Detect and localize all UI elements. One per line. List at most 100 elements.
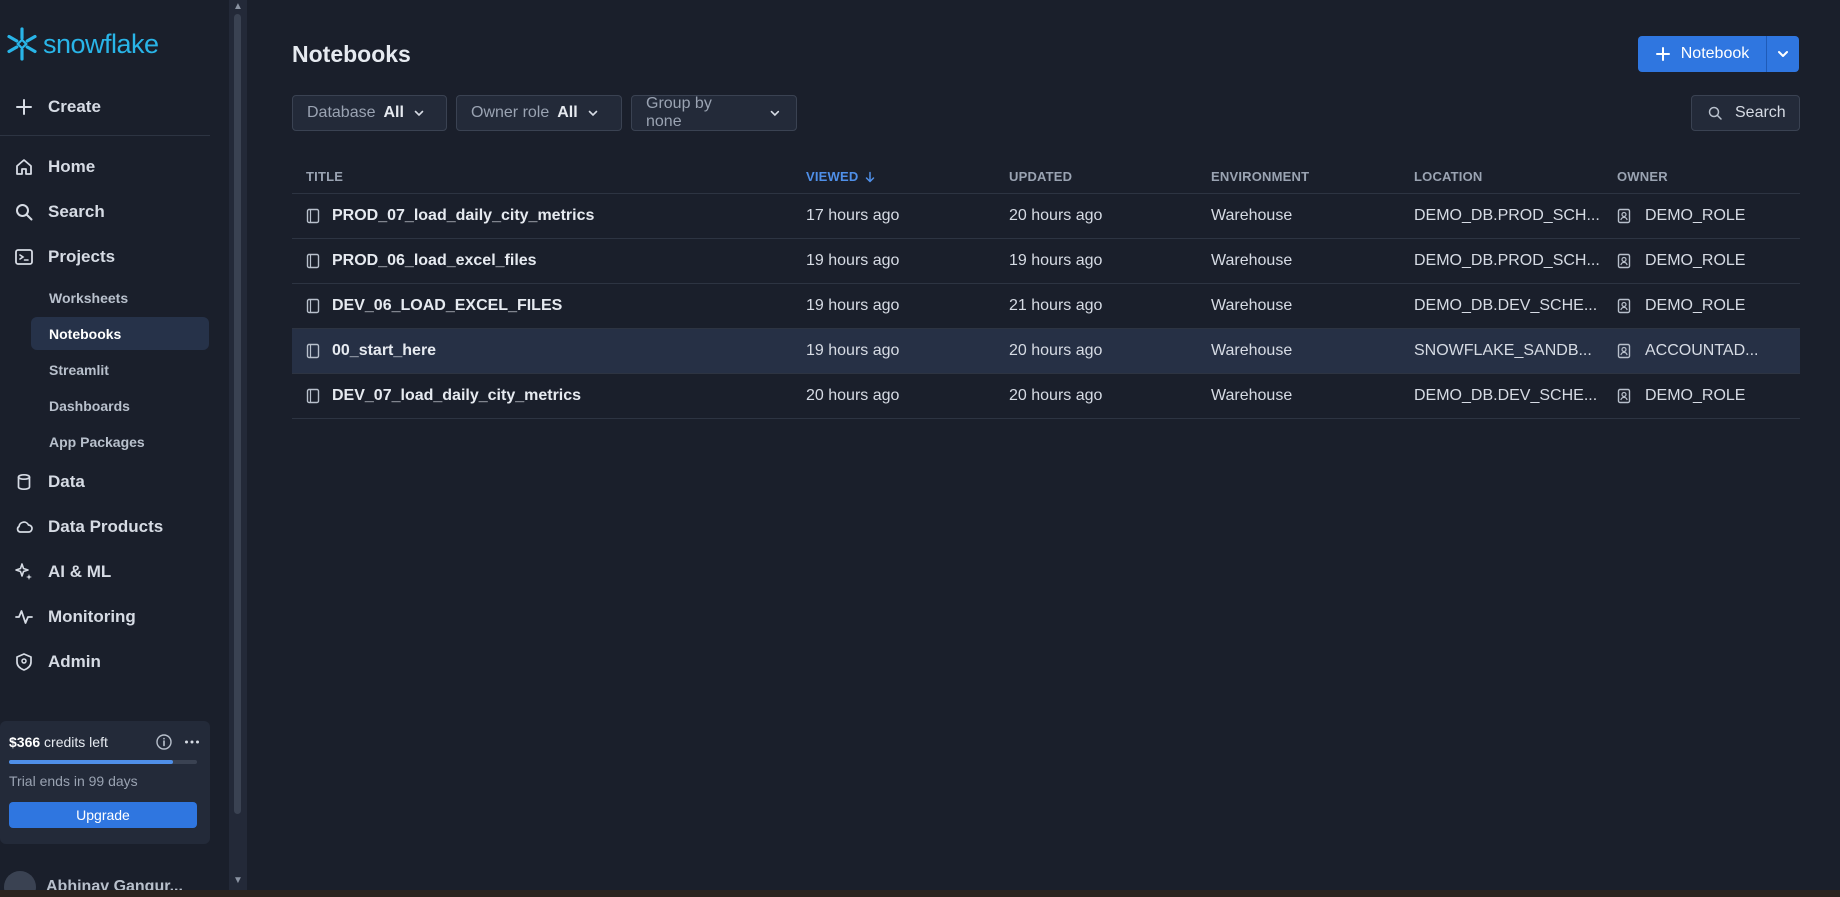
search-label: Search [1735,104,1786,121]
owner-role: ACCOUNTAD... [1645,342,1759,359]
plus-icon [16,99,32,115]
cell-location: DEMO_DB.DEV_SCHE... [1414,387,1598,404]
sidebar-item-ai-ml[interactable]: AI & ML [12,554,210,590]
app-window: snowflake Create Home Search Projects Wo… [0,0,1840,897]
sidebar-item-home[interactable]: Home [12,149,210,185]
sidebar: snowflake Create Home Search Projects Wo… [0,0,228,897]
cloud-icon [16,521,33,533]
upgrade-button[interactable]: Upgrade [9,802,197,828]
cell-location: DEMO_DB.DEV_SCHE... [1414,297,1598,314]
cell-title: DEV_07_load_daily_city_metrics [292,387,806,405]
chevron-down-icon [414,110,424,117]
notebook-title: DEV_06_LOAD_EXCEL_FILES [332,297,563,314]
cell-environment: Warehouse [1211,297,1293,314]
cell-viewed: 17 hours ago [806,207,900,224]
sidebar-item-label: Admin [48,652,101,671]
column-header-updated[interactable]: UPDATED [1009,169,1211,184]
page-title: Notebooks [292,41,411,67]
arrow-down-icon [866,171,875,182]
sidebar-item-data[interactable]: Data [12,464,210,500]
search-button[interactable]: Search [1691,95,1800,131]
cell-viewed: 19 hours ago [806,252,900,269]
column-header-location[interactable]: LOCATION [1414,169,1617,184]
sidebar-item-projects[interactable]: Projects [12,239,210,275]
column-header-label: VIEWED [806,169,859,184]
scroll-thumb[interactable] [234,14,241,814]
table-row[interactable]: DEV_06_LOAD_EXCEL_FILES 19 hours ago 21 … [292,284,1800,329]
sidebar-item-label: Home [48,157,96,176]
search-icon [16,204,33,221]
sidebar-scrollbar[interactable]: ▲ ▼ [229,0,247,890]
cell-environment: Warehouse [1211,342,1293,359]
database-filter[interactable]: Database All [292,95,447,131]
sidebar-item-dashboards[interactable]: Dashboards [31,389,209,422]
notebook-title: PROD_07_load_daily_city_metrics [332,207,595,224]
cell-location: SNOWFLAKE_SANDB... [1414,342,1592,359]
filter-value: All [383,104,404,121]
cell-location: DEMO_DB.PROD_SCH... [1414,207,1600,224]
terminal-icon [15,249,33,265]
sparkle-icon [15,563,32,580]
cell-owner: DEMO_ROLE [1617,297,1800,315]
cell-environment: Warehouse [1211,387,1293,404]
cell-viewed: 20 hours ago [806,387,900,404]
chevron-down-icon [1778,51,1788,57]
sidebar-item-search[interactable]: Search [12,194,210,230]
sidebar-item-app-packages[interactable]: App Packages [31,425,209,458]
info-icon[interactable] [155,733,173,751]
notebooks-table: TITLE VIEWED UPDATED ENVIRONMENT LOCATIO… [292,160,1800,419]
table-row[interactable]: PROD_06_load_excel_files 19 hours ago 19… [292,239,1800,284]
sidebar-item-notebooks[interactable]: Notebooks [31,317,209,350]
sidebar-item-data-products[interactable]: Data Products [12,509,210,545]
sidebar-item-label: Monitoring [48,607,136,626]
search-icon [1708,106,1722,120]
column-header-owner[interactable]: OWNER [1617,169,1800,184]
more-icon[interactable] [183,733,201,751]
notebook-icon [306,343,320,359]
table-row[interactable]: 00_start_here 19 hours ago 20 hours ago … [292,329,1800,374]
sidebar-item-label: AI & ML [48,562,112,581]
new-notebook-dropdown-button[interactable] [1766,36,1799,72]
filter-label: Owner role [471,104,550,121]
shield-icon [16,653,32,671]
table-row[interactable]: PROD_07_load_daily_city_metrics 17 hours… [292,194,1800,239]
chevron-down-icon [770,110,780,117]
table-row[interactable]: DEV_07_load_daily_city_metrics 20 hours … [292,374,1800,419]
role-badge-icon [1617,343,1631,359]
sidebar-item-monitoring[interactable]: Monitoring [12,599,210,635]
credits-panel: $366 credits left Trial ends in 99 days … [0,721,210,844]
cell-title: PROD_06_load_excel_files [292,252,806,270]
role-badge-icon [1617,298,1631,314]
sidebar-item-admin[interactable]: Admin [12,644,210,680]
scroll-down-icon[interactable]: ▼ [233,876,243,886]
cell-updated: 20 hours ago [1009,207,1103,224]
owner-role: DEMO_ROLE [1645,387,1746,404]
cell-updated: 20 hours ago [1009,387,1103,404]
sidebar-item-streamlit[interactable]: Streamlit [31,353,209,386]
cell-updated: 21 hours ago [1009,297,1103,314]
column-header-environment[interactable]: ENVIRONMENT [1211,169,1414,184]
sidebar-item-worksheets[interactable]: Worksheets [31,281,209,314]
snowflake-logo[interactable]: snowflake [4,26,159,62]
new-notebook-button[interactable]: Notebook [1638,36,1766,72]
owner-role-filter[interactable]: Owner role All [456,95,622,131]
create-button[interactable]: Create [12,89,210,125]
scroll-up-icon[interactable]: ▲ [233,2,243,12]
notebook-title: PROD_06_load_excel_files [332,252,537,269]
logo-wordmark: snowflake [43,28,159,59]
cell-title: PROD_07_load_daily_city_metrics [292,207,806,225]
cell-environment: Warehouse [1211,207,1293,224]
chevron-down-icon [588,110,598,117]
sidebar-item-label: Data Products [48,517,164,536]
group-by-filter[interactable]: Group by none [631,95,797,131]
credits-amount: $366 [9,734,41,750]
cell-updated: 20 hours ago [1009,342,1103,359]
role-badge-icon [1617,208,1631,224]
cell-owner: DEMO_ROLE [1617,252,1800,270]
notebook-icon [306,388,320,404]
column-header-title[interactable]: TITLE [292,169,806,184]
role-badge-icon [1617,253,1631,269]
table-header: TITLE VIEWED UPDATED ENVIRONMENT LOCATIO… [292,160,1800,194]
column-header-viewed[interactable]: VIEWED [806,169,1009,184]
home-icon [16,159,32,175]
